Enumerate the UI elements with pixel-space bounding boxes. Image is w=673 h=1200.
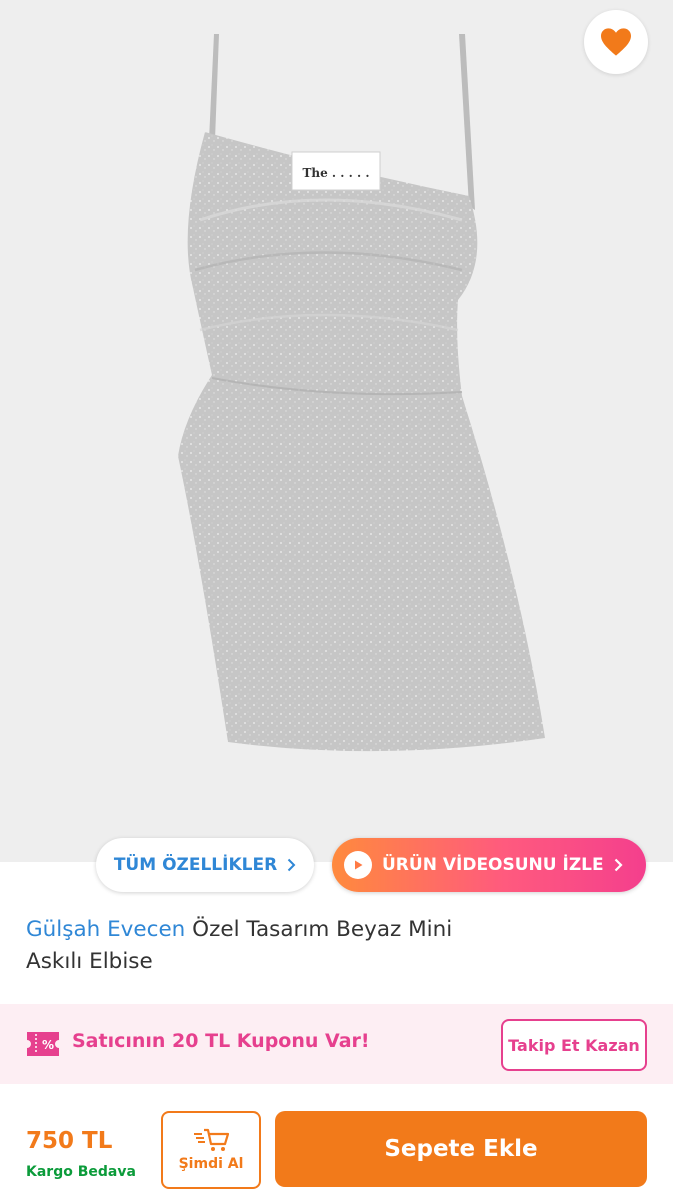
- watch-video-label: ÜRÜN VİDEOSUNU İZLE: [382, 855, 604, 875]
- play-icon: [344, 851, 372, 879]
- chevron-right-icon: [287, 858, 296, 872]
- all-features-label: TÜM ÖZELLİKLER: [113, 855, 278, 875]
- seller-coupon-banner: % Satıcının 20 TL Kuponu Var! Takip Et K…: [0, 1004, 673, 1084]
- product-name-line2: Askılı Elbise: [26, 949, 153, 974]
- heart-icon: [601, 28, 631, 56]
- product-action-pills: TÜM ÖZELLİKLER ÜRÜN VİDEOSUNU İZLE: [0, 838, 673, 894]
- price: 750 TL: [26, 1128, 113, 1154]
- buy-now-button[interactable]: Şimdi Al: [161, 1111, 261, 1189]
- watch-video-button[interactable]: ÜRÜN VİDEOSUNU İZLE: [332, 838, 646, 892]
- buy-now-label: Şimdi Al: [178, 1156, 244, 1172]
- product-name-line1: Özel Tasarım Beyaz Mini: [192, 917, 453, 942]
- coupon-text: Satıcının 20 TL Kuponu Var!: [72, 1030, 370, 1052]
- coupon-icon: %: [27, 1032, 59, 1056]
- all-features-button[interactable]: TÜM ÖZELLİKLER: [96, 838, 314, 892]
- favorite-button[interactable]: [584, 10, 648, 74]
- svg-text:%: %: [42, 1038, 54, 1052]
- brand-link[interactable]: Gülşah Evecen: [26, 917, 185, 942]
- follow-and-win-button[interactable]: Takip Et Kazan: [501, 1019, 647, 1071]
- chevron-right-icon: [614, 858, 623, 872]
- purchase-bar: 750 TL Kargo Bedava Şimdi Al Sepete Ekle: [0, 1084, 673, 1200]
- product-image[interactable]: The . . . . .: [0, 0, 673, 862]
- product-image-area[interactable]: The . . . . .: [0, 0, 673, 862]
- add-to-cart-button[interactable]: Sepete Ekle: [275, 1111, 647, 1187]
- fast-cart-icon: [194, 1128, 229, 1151]
- dress-label-text: The . . . . .: [302, 166, 369, 180]
- free-shipping-label: Kargo Bedava: [26, 1164, 136, 1180]
- product-title: Gülşah Evecen Özel Tasarım Beyaz Mini As…: [26, 914, 626, 978]
